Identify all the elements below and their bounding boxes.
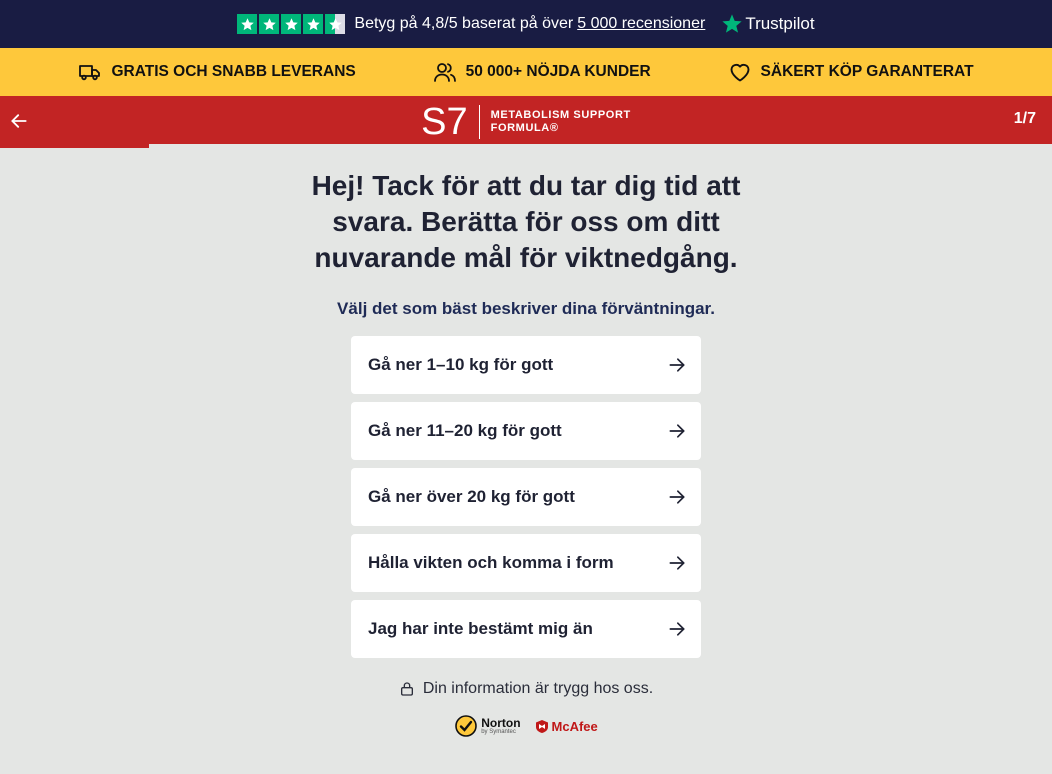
mcafee-shield-icon	[535, 719, 548, 733]
quiz-header: S7 METABOLISM SUPPORT FORMULA® 1/7	[0, 96, 1052, 148]
lock-icon	[400, 682, 413, 696]
answer-option-5[interactable]: Jag har inte bestämt mig än	[351, 600, 701, 658]
norton-badge: Norton by Symantec	[454, 714, 521, 738]
benefit-label: GRATIS OCH SNABB LEVERANS	[111, 63, 356, 80]
benefit-customers: 50 000+ NÖJDA KUNDER	[433, 60, 651, 84]
half-star-icon	[325, 14, 346, 34]
arrow-right-icon	[669, 556, 685, 570]
security-badges: Norton by Symantec McAfee	[454, 714, 598, 738]
norton-check-icon	[455, 715, 478, 737]
logo-mark: S7	[421, 101, 468, 143]
users-icon	[433, 63, 456, 82]
secure-note: Din information är trygg hos oss.	[399, 680, 653, 698]
trustpilot-brand: Trustpilot	[745, 14, 815, 33]
answer-option-1[interactable]: Gå ner 1–10 kg för gott	[351, 336, 701, 394]
progress-track	[149, 144, 1052, 148]
trustpilot-logo[interactable]: Trustpilot	[721, 13, 815, 35]
rating-text: Betyg på 4,8/5 baserat på över	[354, 15, 574, 32]
benefit-label: 50 000+ NÖJDA KUNDER	[465, 63, 651, 80]
star-icon	[259, 14, 280, 34]
step-counter: 1/7	[1013, 110, 1036, 127]
arrow-right-icon	[669, 358, 685, 372]
back-button[interactable]	[8, 108, 30, 134]
logo-text: METABOLISM SUPPORT FORMULA®	[491, 109, 631, 135]
heart-icon	[730, 63, 749, 82]
question-title: Hej! Tack för att du tar dig tid att sva…	[311, 170, 741, 273]
rating-stars	[237, 14, 346, 34]
star-icon	[281, 14, 302, 34]
reviews-link[interactable]: 5 000 recensioner	[577, 15, 705, 33]
benefit-secure: SÄKERT KÖP GARANTERAT	[728, 60, 974, 84]
logo-line-2: FORMULA®	[490, 122, 559, 134]
benefits-bar: GRATIS OCH SNABB LEVERANS 50 000+ NÖJDA …	[0, 48, 1052, 96]
truck-icon	[79, 65, 101, 81]
option-label: Hålla vikten och komma i form	[368, 553, 614, 572]
trustpilot-star-icon	[722, 14, 742, 33]
option-label: Jag har inte bestämt mig än	[368, 619, 593, 638]
mcafee-badge: McAfee	[535, 719, 598, 734]
progress-bar	[0, 144, 1052, 148]
logo-line-1: METABOLISM SUPPORT	[490, 109, 631, 121]
answer-option-2[interactable]: Gå ner 11–20 kg för gott	[351, 402, 701, 460]
option-label: Gå ner 1–10 kg för gott	[368, 355, 554, 374]
arrow-right-icon	[669, 490, 685, 504]
trustpilot-bar: Betyg på 4,8/5 baserat på över 5 000 rec…	[0, 0, 1052, 48]
star-icon	[237, 14, 258, 34]
option-label: Gå ner 11–20 kg för gott	[368, 421, 562, 440]
option-label: Gå ner över 20 kg för gott	[368, 487, 575, 506]
mcafee-label: McAfee	[551, 718, 598, 734]
norton-sub-label: by Symantec	[481, 728, 516, 735]
arrow-right-icon	[669, 424, 685, 438]
logo-divider	[478, 105, 480, 139]
arrow-right-icon	[669, 622, 685, 636]
quiz-content: Hej! Tack för att du tar dig tid att sva…	[0, 148, 1052, 738]
answer-options: Gå ner 1–10 kg för gott Gå ner 11–20 kg …	[351, 336, 701, 658]
arrow-left-icon	[11, 114, 27, 128]
question-subtitle: Välj det som bäst beskriver dina förvänt…	[337, 299, 715, 318]
benefit-delivery: GRATIS OCH SNABB LEVERANS	[78, 60, 356, 84]
star-icon	[303, 14, 324, 34]
answer-option-4[interactable]: Hålla vikten och komma i form	[351, 534, 701, 592]
benefit-label: SÄKERT KÖP GARANTERAT	[760, 63, 974, 80]
brand-logo: S7 METABOLISM SUPPORT FORMULA®	[421, 103, 631, 141]
norton-label: Norton	[481, 715, 521, 730]
answer-option-3[interactable]: Gå ner över 20 kg för gott	[351, 468, 701, 526]
secure-text: Din information är trygg hos oss.	[422, 680, 654, 697]
